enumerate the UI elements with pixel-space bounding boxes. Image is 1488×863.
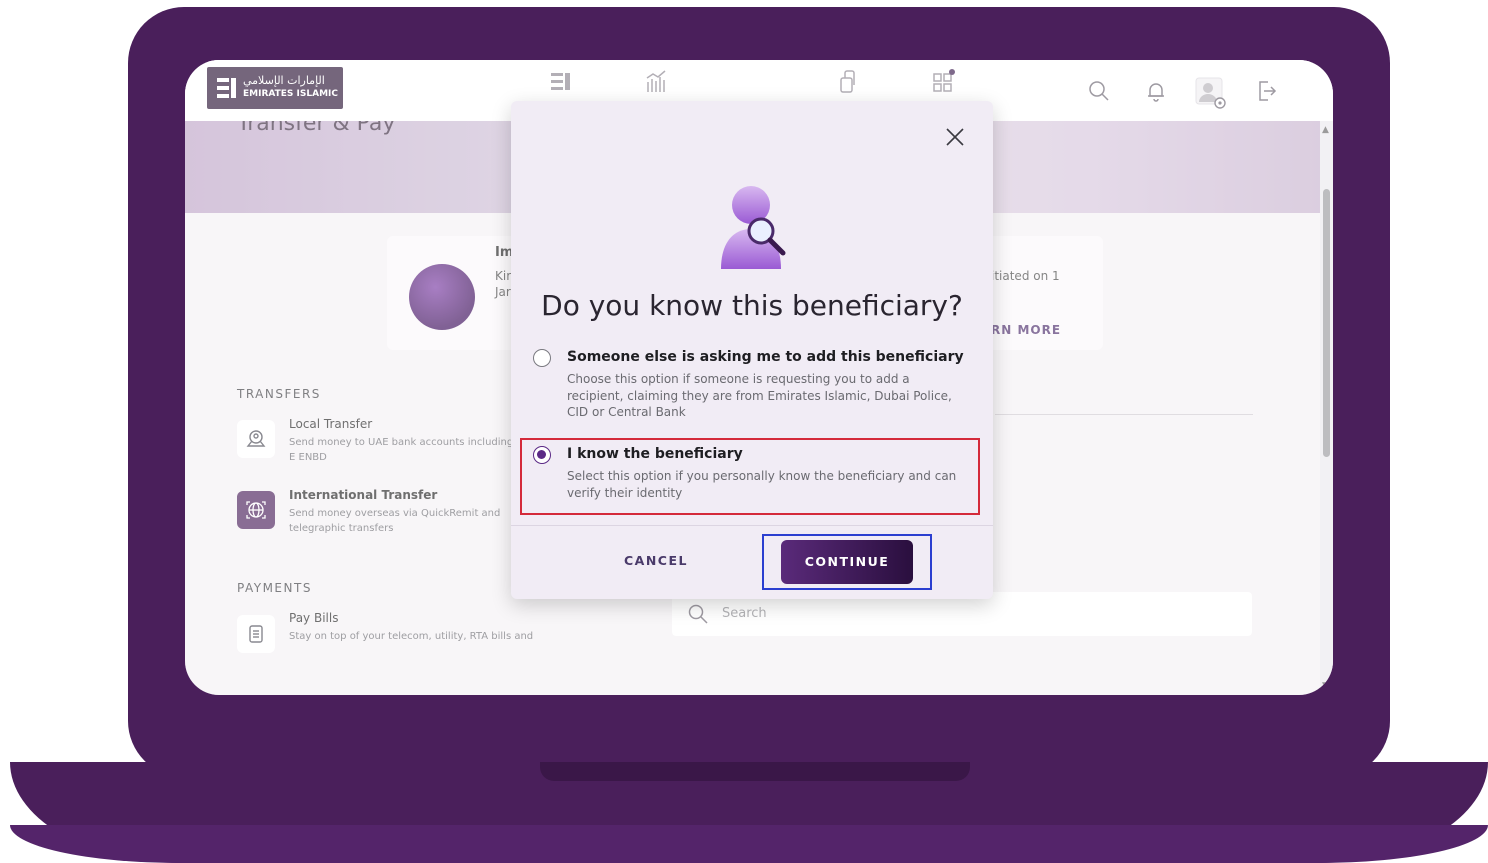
beneficiary-confirm-dialog: Do you know this beneficiary? Someone el… — [511, 101, 993, 599]
close-icon[interactable] — [943, 125, 967, 149]
option-title: I know the beneficiary — [567, 446, 743, 462]
radio-someone-else[interactable] — [533, 349, 551, 367]
option-i-know-beneficiary[interactable]: I know the beneficiary Select this optio… — [533, 446, 973, 502]
laptop-notch — [540, 762, 970, 781]
option-description: Select this option if you personally kno… — [567, 469, 957, 500]
continue-button[interactable]: CONTINUE — [781, 540, 913, 584]
option-someone-else-asking[interactable]: Someone else is asking me to add this be… — [533, 349, 973, 419]
dialog-divider — [511, 525, 993, 526]
cancel-button[interactable]: CANCEL — [601, 553, 711, 577]
person-search-illustration-icon — [721, 186, 786, 269]
radio-i-know[interactable] — [533, 446, 551, 464]
option-title: Someone else is asking me to add this be… — [567, 349, 964, 365]
dialog-title: Do you know this beneficiary? — [541, 289, 963, 322]
option-description: Choose this option if someone is request… — [567, 372, 952, 419]
